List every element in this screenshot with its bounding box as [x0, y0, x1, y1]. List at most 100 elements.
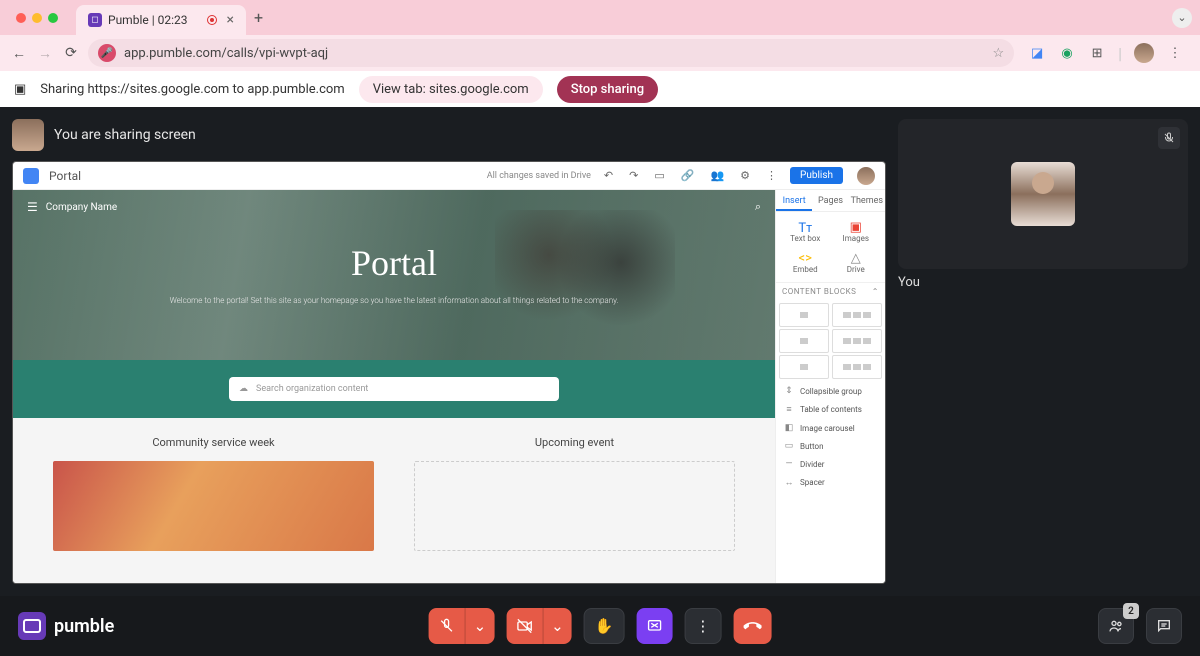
mic-toggle-button[interactable]: ⌄ — [429, 608, 495, 644]
image-placeholder[interactable] — [414, 461, 735, 551]
bookmark-icon[interactable]: ☆ — [992, 46, 1004, 61]
reload-button[interactable]: ⟳ — [62, 45, 80, 61]
search-icon[interactable]: ⌕ — [755, 200, 761, 214]
sites-toolbar: Portal All changes saved in Drive ↶ ↷ ▭ … — [13, 162, 885, 190]
share-icon[interactable]: 👥 — [707, 169, 727, 182]
widget-divider[interactable]: —Divider — [776, 455, 885, 473]
more-icon[interactable]: ⋮ — [763, 169, 780, 182]
content-block[interactable] — [779, 303, 829, 327]
maximize-window-icon[interactable] — [48, 13, 58, 23]
preview-icon[interactable]: ▭ — [651, 169, 667, 182]
content-blocks-header[interactable]: CONTENT BLOCKS⌃ — [776, 282, 885, 300]
search-section[interactable]: ☁ Search organization content — [13, 360, 775, 418]
self-view-column: You — [898, 119, 1188, 584]
save-status: All changes saved in Drive — [487, 171, 591, 181]
self-avatar — [1011, 162, 1075, 226]
search-input[interactable]: ☁ Search organization content — [229, 377, 559, 401]
column-heading[interactable]: Community service week — [53, 436, 374, 449]
menu-icon[interactable]: ☰ — [27, 200, 38, 214]
link-icon[interactable]: 🔗 — [678, 169, 698, 182]
content-block[interactable] — [779, 329, 829, 353]
screen-share-banner: ▣ Sharing https://sites.google.com to ap… — [0, 71, 1200, 107]
sites-canvas[interactable]: ☰ Company Name ⌕ Portal Welcome to the p… — [13, 190, 775, 583]
undo-icon[interactable]: ↶ — [601, 169, 616, 182]
forward-button[interactable]: → — [36, 45, 54, 62]
tab-pages[interactable]: Pages — [812, 190, 848, 211]
share-header: You are sharing screen — [12, 119, 886, 151]
mic-permission-icon[interactable]: 🎤 — [98, 44, 116, 62]
sites-avatar[interactable] — [857, 167, 875, 185]
extensions-menu-icon[interactable]: ⊞ — [1088, 44, 1106, 62]
camera-toggle-button[interactable]: ⌄ — [506, 608, 572, 644]
content-section[interactable]: Community service week Upcoming event — [13, 418, 775, 569]
profile-avatar[interactable] — [1134, 43, 1154, 63]
settings-icon[interactable]: ⚙ — [737, 169, 753, 182]
widget-button[interactable]: ▭Button — [776, 437, 885, 455]
tool-embed[interactable]: <>Embed — [780, 247, 831, 278]
widget-spacer[interactable]: ↔Spacer — [776, 473, 885, 492]
pumble-logo-icon — [18, 612, 46, 640]
hero-title[interactable]: Portal — [351, 242, 437, 284]
pumble-brand: pumble — [18, 612, 114, 640]
camera-options-button[interactable]: ⌄ — [543, 617, 572, 635]
widget-carousel[interactable]: ◧Image carousel — [776, 419, 885, 437]
pumble-favicon-icon: ◻ — [88, 13, 102, 27]
cast-icon: ▣ — [14, 82, 26, 97]
browser-tab-strip: ◻ Pumble | 02:23 × + ⌄ — [0, 0, 1200, 35]
raise-hand-button[interactable]: ✋ — [584, 608, 625, 644]
back-button[interactable]: ← — [10, 45, 28, 62]
new-tab-button[interactable]: + — [254, 8, 263, 27]
sites-logo-icon[interactable] — [23, 168, 39, 184]
hero-subtitle[interactable]: Welcome to the portal! Set this site as … — [170, 296, 619, 305]
minimize-window-icon[interactable] — [32, 13, 42, 23]
close-window-icon[interactable] — [16, 13, 26, 23]
widget-collapsible[interactable]: ⇕Collapsible group — [776, 382, 885, 400]
cloud-search-icon: ☁ — [239, 384, 248, 394]
widget-toc[interactable]: ≡Table of contents — [776, 400, 885, 419]
stop-sharing-button[interactable]: Stop sharing — [557, 76, 658, 103]
brand-name: pumble — [54, 616, 114, 637]
self-label: You — [898, 275, 1188, 290]
content-block[interactable] — [832, 355, 882, 379]
tool-drive[interactable]: △Drive — [831, 247, 882, 278]
view-tab-button[interactable]: View tab: sites.google.com — [359, 76, 543, 103]
mic-muted-icon — [1158, 127, 1180, 149]
tab-insert[interactable]: Insert — [776, 190, 812, 211]
tab-themes[interactable]: Themes — [849, 190, 885, 211]
column-image[interactable] — [53, 461, 374, 551]
address-bar[interactable]: 🎤 app.pumble.com/calls/vpi-wvpt-aqj ☆ — [88, 39, 1014, 67]
content-block[interactable] — [832, 303, 882, 327]
self-video-tile[interactable] — [898, 119, 1188, 269]
redo-icon[interactable]: ↷ — [626, 169, 641, 182]
hangup-button[interactable] — [733, 608, 771, 644]
recording-indicator-icon — [207, 15, 217, 25]
url-text: app.pumble.com/calls/vpi-wvpt-aqj — [124, 46, 328, 61]
call-stage: You are sharing screen Portal All change… — [0, 107, 1200, 596]
sharing-label: You are sharing screen — [54, 127, 196, 143]
close-tab-icon[interactable]: × — [227, 12, 234, 28]
extensions: ◪ ◉ ⊞ | ⋮ — [1022, 43, 1190, 63]
tab-dropdown-icon[interactable]: ⌄ — [1172, 8, 1192, 28]
publish-button[interactable]: Publish — [790, 167, 843, 184]
extension-icon[interactable]: ◉ — [1058, 44, 1076, 62]
company-name[interactable]: Company Name — [46, 202, 117, 213]
hero-section[interactable]: ☰ Company Name ⌕ Portal Welcome to the p… — [13, 190, 775, 360]
participants-button[interactable]: 2 — [1098, 608, 1134, 644]
more-options-button[interactable]: ⋮ — [684, 608, 721, 644]
column-heading[interactable]: Upcoming event — [414, 436, 735, 449]
chat-button[interactable] — [1146, 608, 1182, 644]
sites-doc-title[interactable]: Portal — [49, 169, 81, 183]
chevron-up-icon: ⌃ — [872, 287, 879, 296]
mic-options-button[interactable]: ⌄ — [466, 617, 495, 635]
stop-share-button[interactable] — [636, 608, 672, 644]
content-block[interactable] — [832, 329, 882, 353]
chrome-menu-icon[interactable]: ⋮ — [1166, 44, 1184, 62]
window-controls — [8, 13, 66, 23]
tool-images[interactable]: ▣Images — [831, 216, 882, 247]
hero-image — [495, 210, 675, 360]
extension-icon[interactable]: ◪ — [1028, 44, 1046, 62]
participants-count: 2 — [1123, 603, 1139, 619]
tool-textbox[interactable]: TᴛText box — [780, 216, 831, 247]
content-block[interactable] — [779, 355, 829, 379]
browser-tab[interactable]: ◻ Pumble | 02:23 × — [76, 5, 246, 35]
